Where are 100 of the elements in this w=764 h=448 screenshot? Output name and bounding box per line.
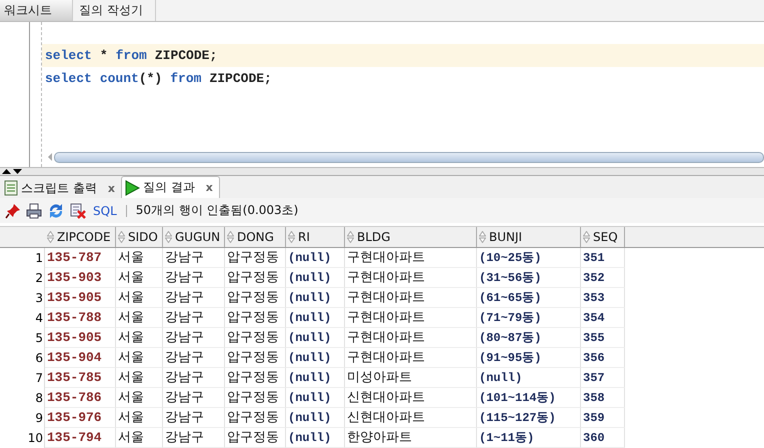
table-cell: (71~79동) (477, 308, 581, 328)
table-cell: (null) (286, 308, 345, 328)
table-cell: 360 (581, 428, 625, 448)
table-cell: (null) (286, 248, 345, 268)
sort-icon[interactable] (479, 231, 486, 243)
play-icon (124, 180, 140, 196)
sql-text: (*) (138, 71, 162, 86)
table-cell: 압구정동 (225, 388, 286, 408)
table-cell: 강남구 (163, 248, 225, 268)
column-header[interactable]: ZIPCODE (45, 227, 116, 247)
table-cell: (null) (477, 368, 581, 388)
table-cell: 압구정동 (225, 348, 286, 368)
table-cell: 압구정동 (225, 428, 286, 448)
sort-icon[interactable] (583, 231, 590, 243)
row-number: 9 (0, 408, 45, 428)
table-cell: 354 (581, 308, 625, 328)
table-cell: (91~95동) (477, 348, 581, 368)
table-cell: 압구정동 (225, 268, 286, 288)
table-cell: 351 (581, 248, 625, 268)
table-cell: 서울 (116, 348, 163, 368)
row-number: 8 (0, 388, 45, 408)
table-cell: 서울 (116, 388, 163, 408)
sql-link[interactable]: SQL (93, 204, 117, 218)
table-cell: (null) (286, 268, 345, 288)
column-header[interactable]: DONG (225, 227, 286, 247)
column-header[interactable]: BUNJI (477, 227, 581, 247)
printer-icon[interactable] (26, 202, 42, 219)
table-cell: (61~65동) (477, 288, 581, 308)
close-button[interactable]: x (206, 181, 213, 194)
sort-icon[interactable] (227, 231, 234, 243)
table-cell: 서울 (116, 428, 163, 448)
table-cell: (null) (286, 408, 345, 428)
row-number: 1 (0, 248, 45, 268)
table-cell: (80~87동) (477, 328, 581, 348)
sort-icon[interactable] (47, 231, 54, 243)
sort-icon[interactable] (347, 231, 354, 243)
table-cell: 135-904 (45, 348, 116, 368)
refresh-icon[interactable] (47, 202, 65, 219)
sort-icon[interactable] (118, 231, 125, 243)
table-cell: (null) (286, 388, 345, 408)
tab-label: 질의 결과 (142, 179, 195, 196)
table-cell: 강남구 (163, 328, 225, 348)
column-header[interactable]: SIDO (116, 227, 163, 247)
table-cell: 135-976 (45, 408, 116, 428)
table-cell: (115~127동) (477, 408, 581, 428)
sql-text: ZIPCODE; (209, 71, 272, 86)
column-header[interactable]: RI (286, 227, 345, 247)
table-cell: 강남구 (163, 348, 225, 368)
pin-icon[interactable] (5, 202, 21, 219)
sort-icon[interactable] (165, 231, 172, 243)
column-header[interactable]: SEQ (581, 227, 625, 247)
result-tab[interactable]: 스크립트 출력 x (2, 178, 121, 198)
table-cell: 압구정동 (225, 408, 286, 428)
delete-sheet-icon[interactable] (70, 202, 86, 219)
sql-keyword: count (100, 71, 139, 86)
worksheet-tab[interactable]: 워크시트 (0, 0, 73, 21)
table-cell: (10~25동) (477, 248, 581, 268)
column-header[interactable]: BLDG (345, 227, 477, 247)
table-cell: 한양아파트 (345, 428, 477, 448)
document-icon (4, 180, 18, 196)
table-cell: 구현대아파트 (345, 328, 477, 348)
sort-icon[interactable] (288, 231, 295, 243)
table-cell: 압구정동 (225, 328, 286, 348)
sql-keyword: from (170, 71, 202, 86)
table-cell: 135-785 (45, 368, 116, 388)
table-cell: 353 (581, 288, 625, 308)
sql-keyword: select (45, 48, 92, 63)
row-number: 6 (0, 348, 45, 368)
table-cell: 신현대아파트 (345, 388, 477, 408)
table-cell: 미성아파트 (345, 368, 477, 388)
table-cell: (31~56동) (477, 268, 581, 288)
table-cell: 서울 (116, 288, 163, 308)
table-cell: (null) (286, 428, 345, 448)
table-cell: 서울 (116, 268, 163, 288)
table-cell: 구현대아파트 (345, 248, 477, 268)
table-cell: 서울 (116, 248, 163, 268)
worksheet-tab[interactable]: 질의 작성기 (73, 0, 156, 21)
table-cell: 구현대아파트 (345, 348, 477, 368)
table-cell: 구현대아파트 (345, 288, 477, 308)
table-cell: 강남구 (163, 268, 225, 288)
table-cell: 135-905 (45, 328, 116, 348)
table-cell: 강남구 (163, 428, 225, 448)
table-cell: 서울 (116, 308, 163, 328)
table-cell: 압구정동 (225, 368, 286, 388)
fetch-status: 50개의 행이 인출됨(0.003초) (136, 202, 298, 220)
result-tab[interactable]: 질의 결과 x (120, 176, 220, 198)
table-cell: 135-794 (45, 428, 116, 448)
table-cell: 강남구 (163, 388, 225, 408)
row-number: 7 (0, 368, 45, 388)
table-cell: 강남구 (163, 408, 225, 428)
column-header[interactable]: GUGUN (163, 227, 225, 247)
tab-label: 스크립트 출력 (21, 180, 97, 197)
table-cell: 135-787 (45, 248, 116, 268)
row-number: 2 (0, 268, 45, 288)
table-cell: 서울 (116, 408, 163, 428)
table-cell: (null) (286, 328, 345, 348)
close-button[interactable]: x (108, 182, 115, 195)
table-cell: 135-905 (45, 288, 116, 308)
table-cell: (null) (286, 348, 345, 368)
table-cell: 신현대아파트 (345, 408, 477, 428)
